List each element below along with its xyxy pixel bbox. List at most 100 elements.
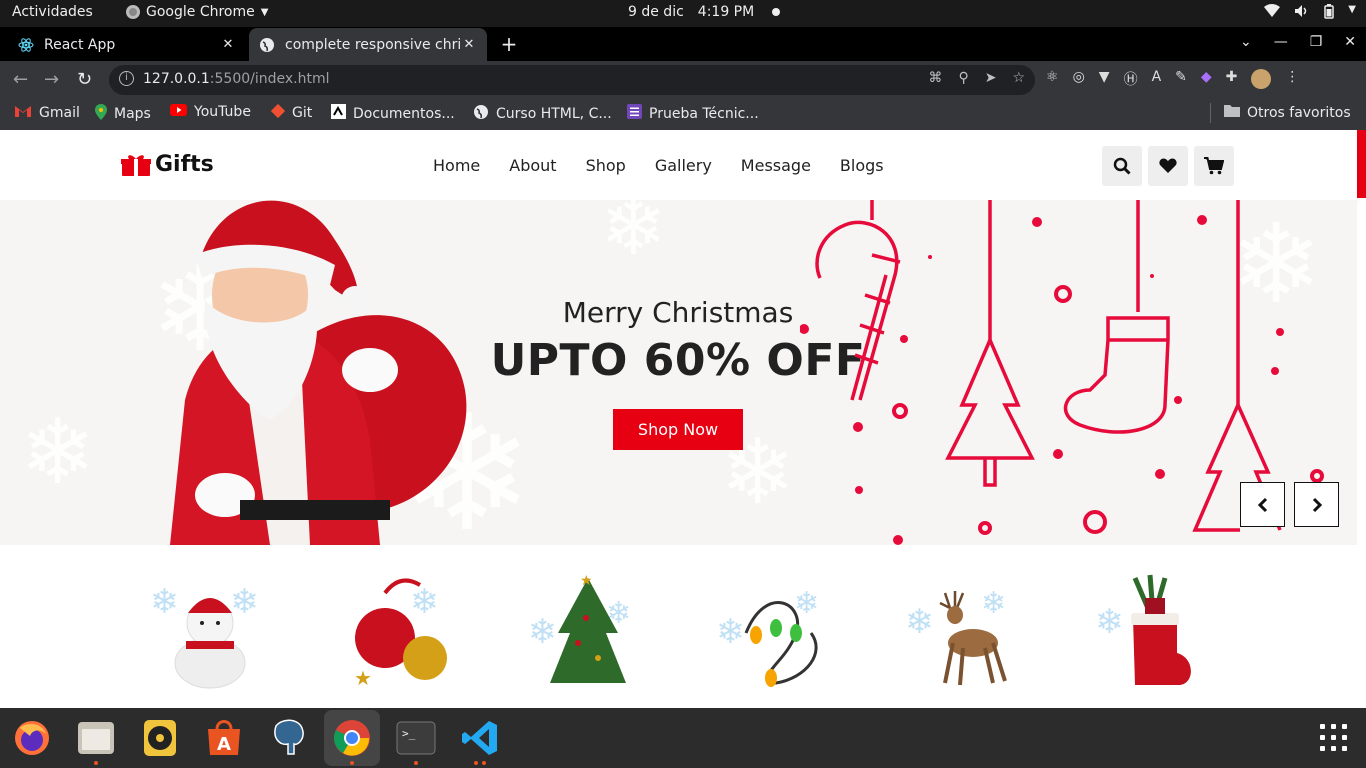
system-tray[interactable]: ▼ [1264,4,1356,23]
dock-files[interactable] [74,716,118,760]
profile-avatar[interactable] [1251,69,1272,89]
volume-icon [1294,4,1310,23]
tab-title: complete responsive chris [285,36,461,53]
clock-time: 4:19 PM [697,4,755,20]
forward-button[interactable]: → [44,69,59,90]
dock-chrome[interactable] [324,710,380,766]
snowflake-decoration: ❄ [20,400,96,505]
dock-vscode[interactable] [458,716,502,760]
bookmark-star-icon[interactable]: ☆ [1012,70,1025,86]
dock-firefox[interactable] [10,716,54,760]
main-nav: Home About Shop Gallery Message Blogs [433,156,884,175]
react-devtools-icon[interactable]: ⚛ [1046,69,1059,89]
christmas-boot-product-image[interactable]: ❄ [1095,573,1215,693]
site-logo[interactable]: Gifts [121,152,214,177]
bookmark-other-folder[interactable]: Otros favoritos [1224,104,1351,121]
svg-text:★: ★ [580,573,593,589]
snowman-product-image[interactable]: ❄ ❄ [150,573,270,693]
gift-icon [121,153,151,177]
dock-rhythmbox[interactable] [138,716,182,760]
maps-icon [95,104,107,124]
stocking-icon [1063,316,1170,434]
chrome-icon [126,5,140,19]
vue-extension-icon[interactable]: ▼ [1099,69,1110,89]
close-window-button[interactable]: ✕ [1344,34,1356,50]
reload-button[interactable]: ↻ [77,69,92,90]
slider-prev-button[interactable] [1240,482,1285,527]
zoom-icon[interactable]: ⚲ [958,70,968,86]
address-bar[interactable]: i 127.0.0.1:5500/index.html ⌘ ⚲ ➤ ☆ [109,65,1035,95]
dock-terminal[interactable]: >_ [394,716,438,760]
heart-icon [1159,158,1177,173]
nav-shop[interactable]: Shop [586,156,626,175]
slider-next-button[interactable] [1294,482,1339,527]
tab-search-icon[interactable]: ⌄ [1240,34,1252,50]
bookmarks-bar: Gmail Maps YouTube Git Documentos... Cur… [0,98,1366,130]
reindeer-product-image[interactable]: ❄ ❄ [905,573,1025,693]
hero-slider: ❄ ❄ ❄ ❄ ❄ ❄ Merry Christmas UPTO 60% OFF… [0,200,1357,545]
terminal-icon: >_ [396,721,436,755]
nav-about[interactable]: About [509,156,556,175]
bookmark-git[interactable]: Git [270,103,312,122]
dock-pgadmin[interactable] [266,716,310,760]
bookmark-gmail[interactable]: Gmail [14,104,80,122]
globe-icon [259,37,275,53]
svg-text:❄: ❄ [410,582,439,622]
shop-now-button[interactable]: Shop Now [613,409,743,450]
caret-down-icon: ▼ [1348,4,1356,15]
close-tab-icon[interactable]: ✕ [461,37,477,52]
firefox-icon [15,721,49,755]
activities-button[interactable]: Actividades [12,4,93,20]
bookmark-label: Curso HTML, C... [496,106,612,122]
translate-icon[interactable]: ⌘ [928,70,942,86]
dock-software[interactable]: A [202,716,246,760]
lights-product-image[interactable]: ❄ ❄ [716,573,836,693]
tab-title: React App [44,36,116,53]
nav-message[interactable]: Message [741,156,811,175]
software-store-icon: A [208,720,240,755]
cart-button[interactable] [1194,146,1234,186]
web-page: Gifts Home About Shop Gallery Message Bl… [0,130,1366,708]
a-extension-icon[interactable]: A [1152,69,1162,89]
bookmark-documentos[interactable]: Documentos... [331,104,455,123]
bookmark-maps[interactable]: Maps [95,104,151,124]
forms-icon [627,104,642,123]
color-extension-icon[interactable]: ◆ [1201,69,1212,89]
site-info-icon[interactable]: i [119,71,134,86]
target-extension-icon[interactable]: ◎ [1073,69,1085,89]
tab-christmas-site[interactable]: complete responsive chris ✕ [249,28,487,61]
svg-text:❄: ❄ [981,586,1006,621]
bookmark-youtube[interactable]: YouTube [170,104,251,120]
h-extension-icon[interactable]: Ⓗ [1124,69,1138,89]
christmas-tree-product-image[interactable]: ❄ ❄ ★ [528,573,648,693]
nav-home[interactable]: Home [433,156,480,175]
url-text[interactable]: 127.0.0.1:5500/index.html [143,71,330,87]
nav-gallery[interactable]: Gallery [655,156,712,175]
close-tab-icon[interactable]: ✕ [220,37,236,52]
back-button[interactable]: ← [13,69,28,90]
new-tab-button[interactable]: + [499,32,519,56]
search-button[interactable] [1102,146,1142,186]
show-applications-grid-icon[interactable] [1320,724,1348,752]
wishlist-button[interactable] [1148,146,1188,186]
nav-blogs[interactable]: Blogs [840,156,884,175]
search-icon [1113,157,1131,175]
puzzle-icon[interactable]: ✚ [1226,69,1238,89]
minimize-button[interactable]: — [1274,34,1288,50]
pen-extension-icon[interactable]: ✎ [1175,69,1187,89]
wifi-icon [1264,4,1281,23]
clock[interactable]: 9 de dic 4:19 PM [628,4,781,20]
youtube-icon [170,104,187,120]
running-indicator [474,761,478,765]
app-menu[interactable]: Google Chrome ▼ [126,4,268,20]
bookmark-label: YouTube [194,104,251,120]
tab-react-app[interactable]: React App ✕ [8,28,246,61]
ornaments-product-image[interactable]: ❄ ★ [340,573,460,693]
svg-text:❄: ❄ [716,612,745,652]
bookmark-curso-html[interactable]: Curso HTML, C... [473,104,612,124]
menu-kebab-icon[interactable]: ⋮ [1285,69,1299,89]
bookmark-prueba-tecnica[interactable]: Prueba Técnic... [627,104,759,123]
maximize-button[interactable]: ❐ [1310,34,1323,50]
page-scrollbar[interactable] [1357,130,1366,198]
send-icon[interactable]: ➤ [985,70,997,86]
